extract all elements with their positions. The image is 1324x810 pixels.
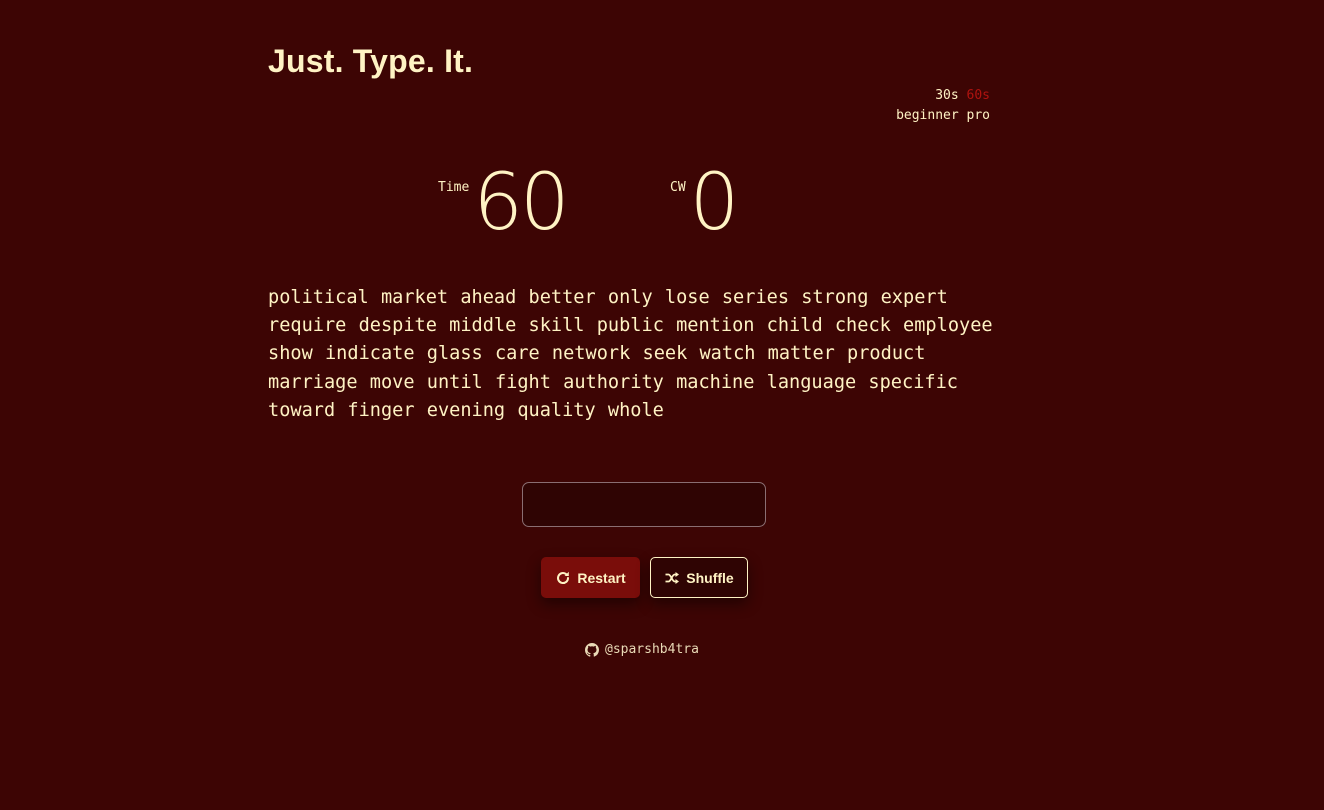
word: market [380,287,449,308]
word: check [834,315,891,337]
word: until [426,371,483,393]
word: skill [528,315,585,337]
github-icon [585,642,599,657]
word: public [596,315,664,337]
word: seek [642,343,688,365]
word-list: political market ahead better only lose … [268,284,996,425]
shuffle-label: Shuffle [686,569,734,586]
word: glass [426,343,483,365]
word: product [847,343,926,365]
time-value: 60 [473,158,569,248]
shuffle-button[interactable]: Shuffle [650,557,748,598]
word: better [528,287,596,308]
word: despite [358,315,437,337]
app-title: Just. Type. It. [268,43,474,79]
duration-option-30s[interactable]: 30s [935,88,958,103]
word: specific [868,371,958,393]
word: lose [664,287,710,308]
word: quality [517,399,596,421]
time-label: Time [438,180,470,195]
shuffle-icon [664,570,680,586]
word: middle [449,315,517,337]
word: toward [268,399,336,421]
cw-stat: CW 0 [670,158,740,248]
word: expert [880,287,948,308]
word: network [551,343,631,365]
app-container: Just. Type. It. 30s 60s beginner pro Tim… [268,0,993,810]
word: strong [801,287,869,308]
cw-label: CW [670,180,686,195]
github-handle: @sparshb4tra [605,642,699,657]
word: ahead [460,287,517,308]
word: political [268,287,369,308]
cw-value: 0 [689,158,740,248]
time-stat: Time 60 [438,158,570,248]
word: watch [699,343,756,365]
word: fight [494,371,551,393]
level-option-beginner[interactable]: beginner [896,108,959,123]
duration-option-60s[interactable]: 60s [967,88,990,103]
footer-github-link[interactable]: @sparshb4tra [585,642,699,657]
word: series [721,287,790,308]
level-option-pro[interactable]: pro [967,108,990,123]
word: whole [607,399,664,421]
word: evening [426,399,506,421]
word: marriage [268,371,358,393]
duration-options: 30s 60s [896,86,990,106]
word: only [607,287,653,308]
word: child [766,315,823,337]
stats-panel: Time 60 CW 0 [268,158,990,248]
word: machine [676,371,755,393]
level-options: beginner pro [896,106,990,126]
word: mention [676,315,755,337]
typing-input[interactable] [522,482,766,527]
word: language [766,371,857,393]
word: require [268,315,347,337]
options-panel: 30s 60s beginner pro [896,86,990,126]
restart-button[interactable]: Restart [541,557,640,598]
action-buttons: Restart Shuffle [541,557,748,598]
word: matter [767,343,835,365]
word: care [494,343,540,365]
word: show [268,343,313,365]
restart-label: Restart [577,569,626,586]
restart-icon [555,570,571,586]
word: finger [347,399,415,421]
word: indicate [324,343,415,365]
word: move [369,371,415,393]
word: employee [903,315,993,337]
word: authority [563,371,664,393]
